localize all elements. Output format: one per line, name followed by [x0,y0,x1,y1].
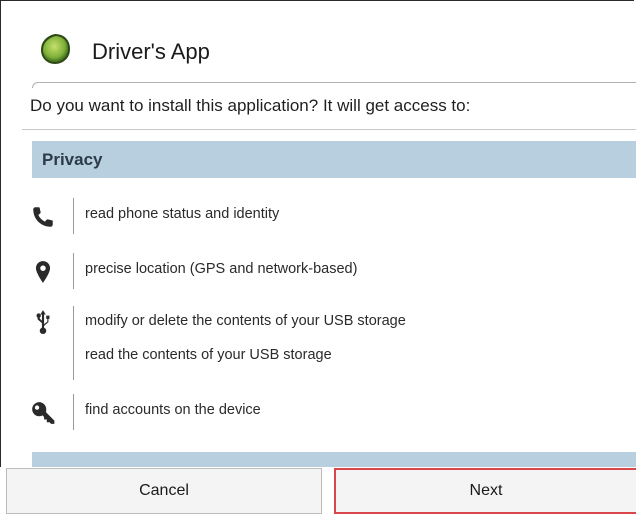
usb-icon [36,310,50,334]
permission-label: read phone status and identity [85,206,280,222]
app-title: Driver's App [92,39,210,64]
permission-label: read the contents of your USB storage [85,347,332,363]
permission-divider [73,306,74,380]
green-leaf-app-icon [41,34,70,64]
prompt-divider [22,129,636,130]
permission-item: find accounts on the device [30,394,636,430]
permission-divider [73,253,74,289]
permission-label: precise location (GPS and network-based) [85,261,358,277]
install-prompt: Do you want to install this application?… [30,96,471,115]
permission-item: precise location (GPS and network-based) [30,253,636,289]
next-button[interactable]: Next [334,468,636,514]
permission-item: read phone status and identity [30,198,636,234]
key-icon [32,402,55,424]
app-header: Driver's App [0,0,636,76]
button-bar: Cancel Next [0,467,636,515]
section-title: Privacy [42,150,103,169]
permission-divider [73,198,74,234]
title-divider [32,82,636,88]
permission-label: find accounts on the device [85,402,261,418]
location-pin-icon [35,261,51,283]
permission-label: modify or delete the contents of your US… [85,313,406,329]
section-header-privacy: Privacy [32,141,636,178]
cancel-button[interactable]: Cancel [6,468,322,514]
permission-divider [73,394,74,430]
phone-icon [33,207,53,227]
section-header-next [32,452,636,468]
permission-item: modify or delete the contents of your US… [30,306,636,380]
